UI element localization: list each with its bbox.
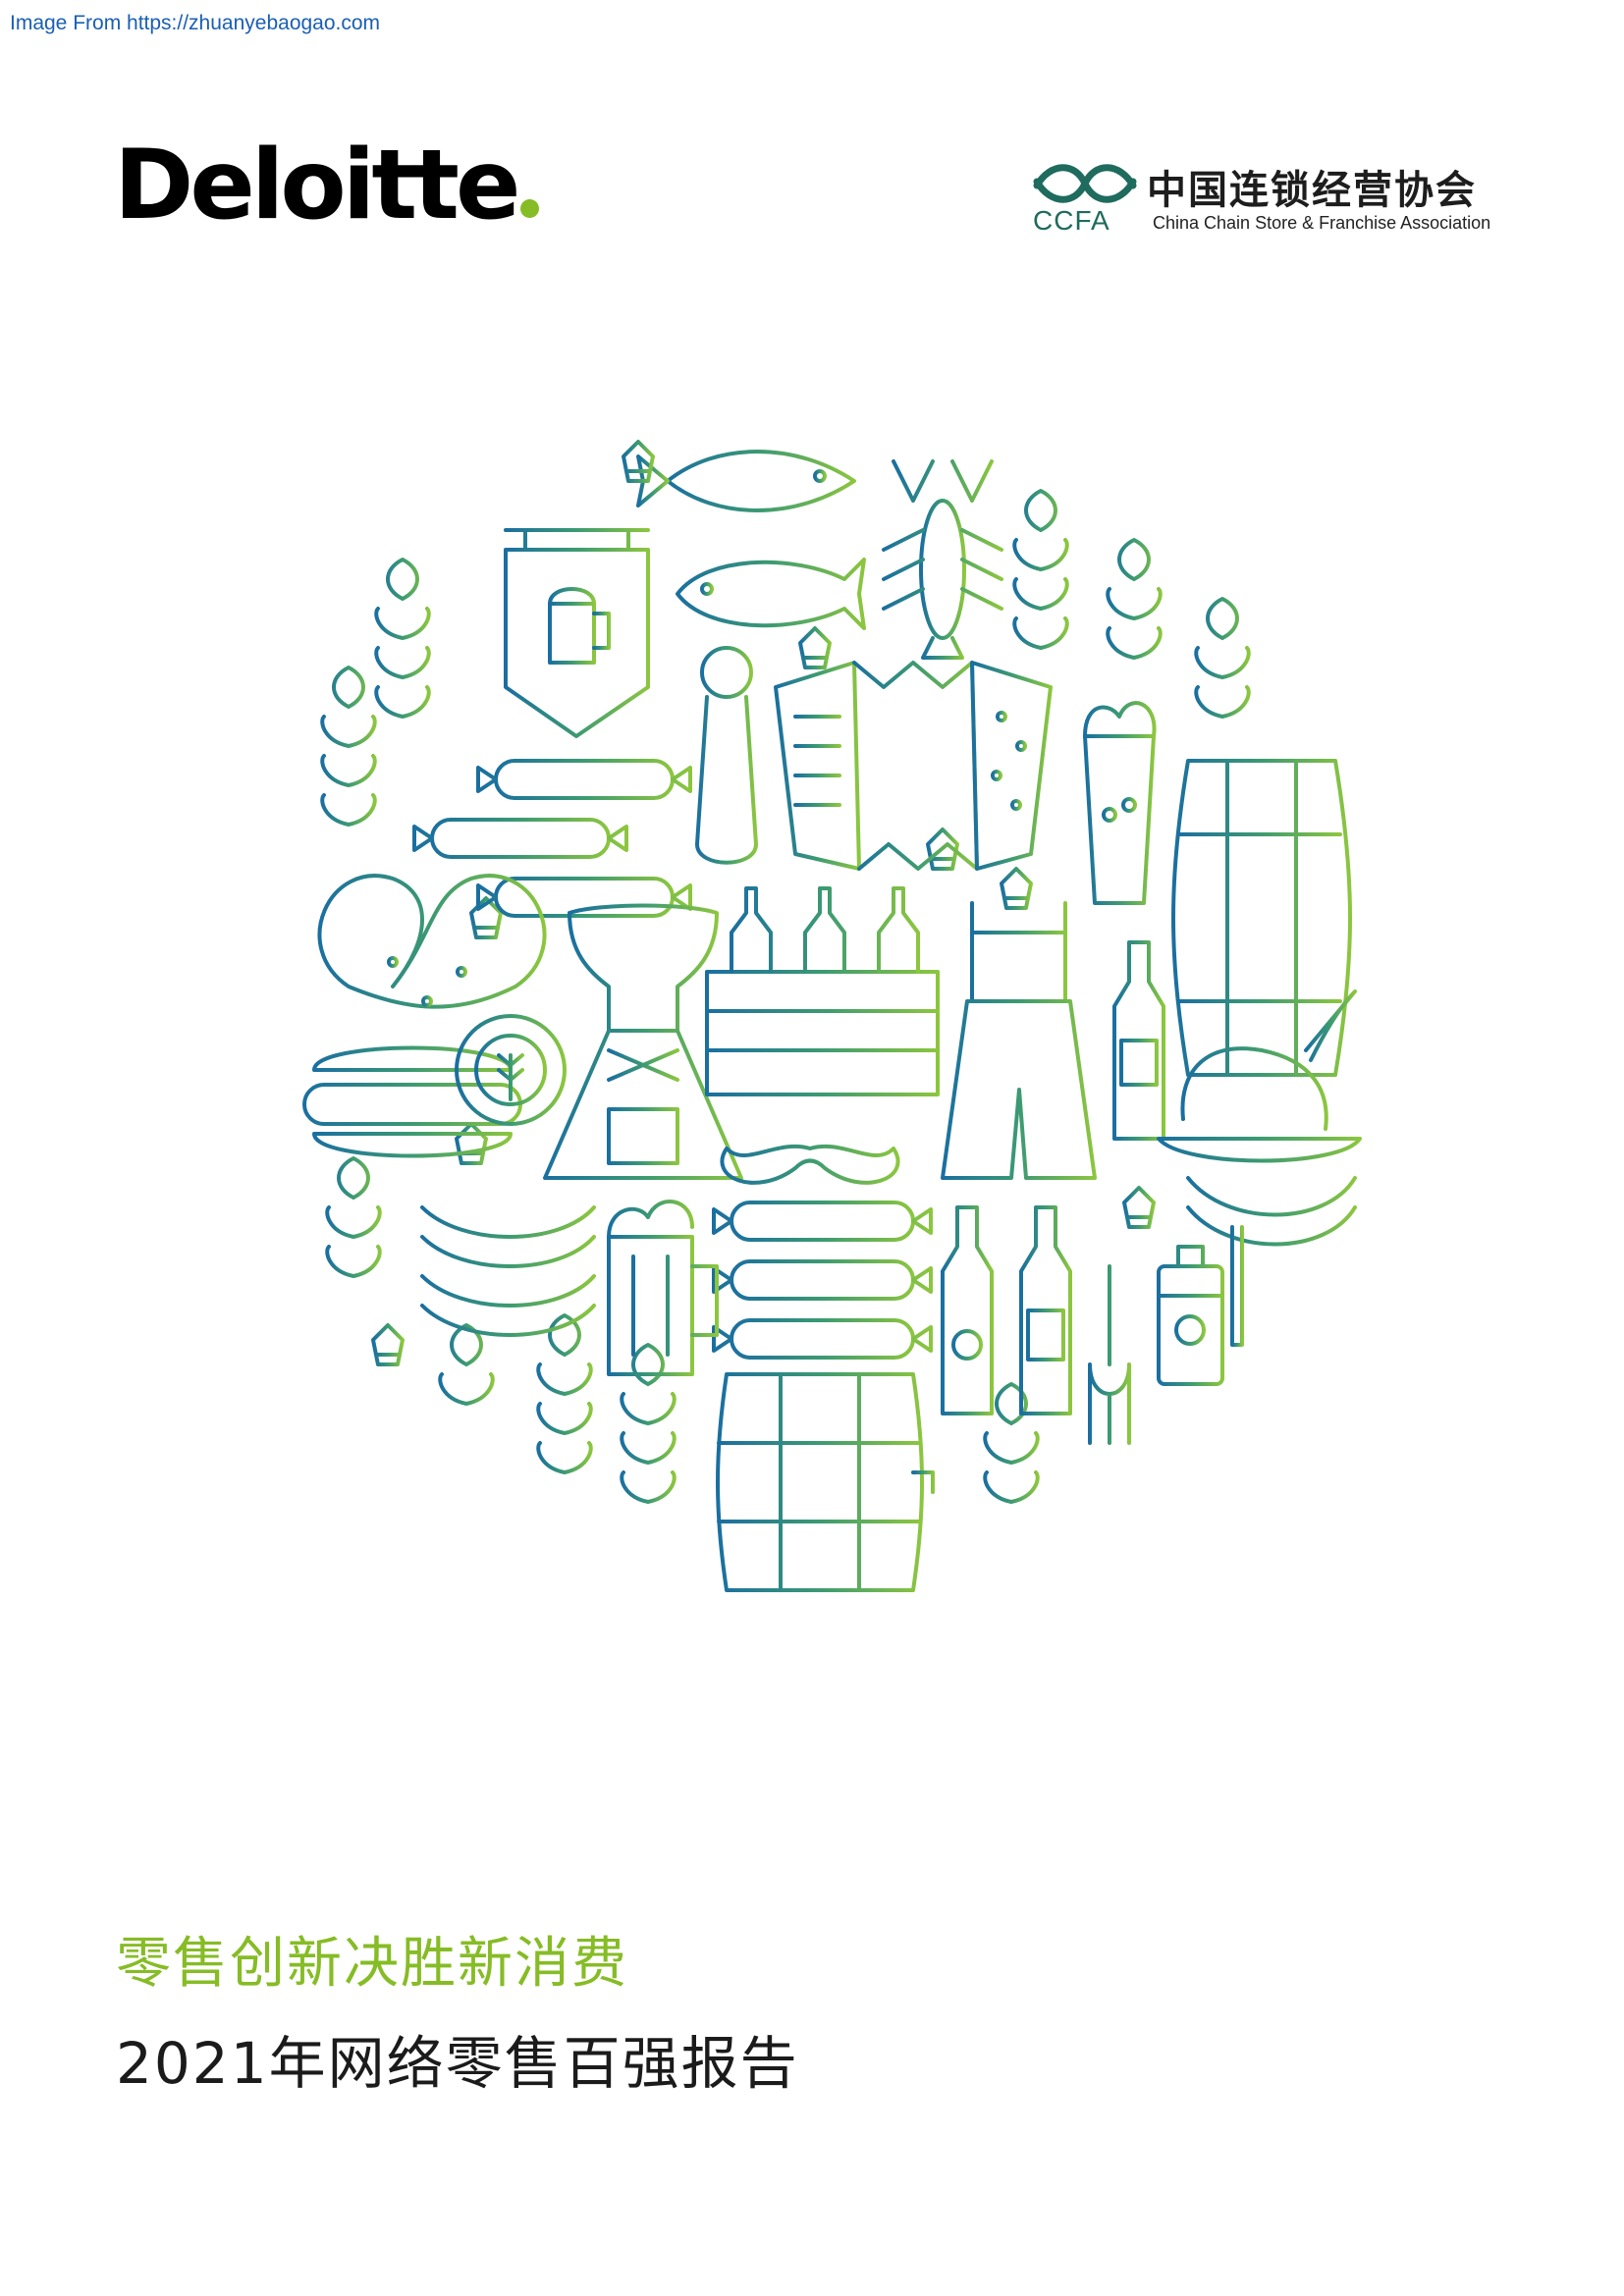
hotdog-icon — [302, 1045, 522, 1158]
wheat-icon — [374, 558, 431, 758]
ccfa-logo: 中国连锁经营协会 CCFA China Chain Store & Franch… — [1031, 152, 1522, 240]
hop-icon — [1122, 1186, 1156, 1229]
beer-crate-icon — [705, 886, 940, 1096]
dirndl-icon — [543, 903, 743, 1180]
pub-sign-icon — [504, 528, 650, 738]
beer-glass-icon — [1083, 701, 1157, 905]
hop-icon — [1000, 867, 1033, 910]
ccfa-emblem-icon — [1033, 164, 1137, 203]
wheat-icon — [325, 1156, 382, 1308]
fork-icon — [1088, 1264, 1131, 1445]
hop-icon — [798, 626, 832, 669]
fish-icon — [636, 450, 856, 512]
beer-bottle-icon — [1019, 1205, 1072, 1415]
source-link[interactable]: Image From https://zhuanyebaogao.com — [10, 12, 380, 35]
pretzel-icon — [317, 874, 547, 1009]
wheat-icon — [536, 1313, 593, 1514]
sausage-icon — [420, 1205, 596, 1268]
lederhosen-icon — [941, 901, 1097, 1180]
deloitte-logo: Deloitte — [114, 137, 540, 234]
ccfa-name-zh: 中国连锁经营协会 — [1147, 167, 1477, 213]
lobster-icon — [882, 459, 1003, 660]
ccfa-name-en: China Chain Store & Franchise Associatio… — [1153, 213, 1491, 233]
wheat-icon — [1106, 538, 1163, 689]
beer-bottle-icon — [941, 1205, 994, 1415]
sausage-icon — [1186, 1176, 1357, 1247]
oktoberfest-illustration — [302, 440, 1362, 1592]
wheat-icon — [1194, 597, 1251, 748]
sausage-icon — [412, 818, 628, 859]
report-title: 2021年网络零售百强报告 — [116, 2030, 799, 2097]
can-icon — [1157, 1225, 1244, 1386]
sausage-icon — [712, 1259, 933, 1301]
wheat-icon — [438, 1323, 495, 1455]
wheat-icon — [1012, 489, 1069, 689]
bottle-opener-icon — [695, 646, 758, 865]
sausage-icon — [712, 1318, 933, 1360]
beer-mug-icon — [607, 1200, 719, 1376]
barrel-icon — [716, 1372, 935, 1592]
deloitte-green-dot — [520, 199, 540, 218]
accordion-icon — [774, 661, 1053, 871]
hop-icon — [371, 1323, 405, 1366]
wheat-icon — [320, 666, 377, 866]
ccfa-abbr: CCFA — [1033, 205, 1110, 236]
mustache-icon — [720, 1144, 900, 1185]
beer-bottle-icon — [1112, 940, 1165, 1141]
deloitte-wordmark: Deloitte — [114, 130, 520, 241]
hop-icon — [455, 1122, 488, 1165]
fish-icon — [676, 558, 866, 630]
report-subtitle: 零售创新决胜新消费 — [116, 1932, 628, 1996]
sausage-icon — [712, 1201, 933, 1242]
sausage-icon — [420, 1274, 596, 1337]
sausage-icon — [476, 759, 692, 800]
